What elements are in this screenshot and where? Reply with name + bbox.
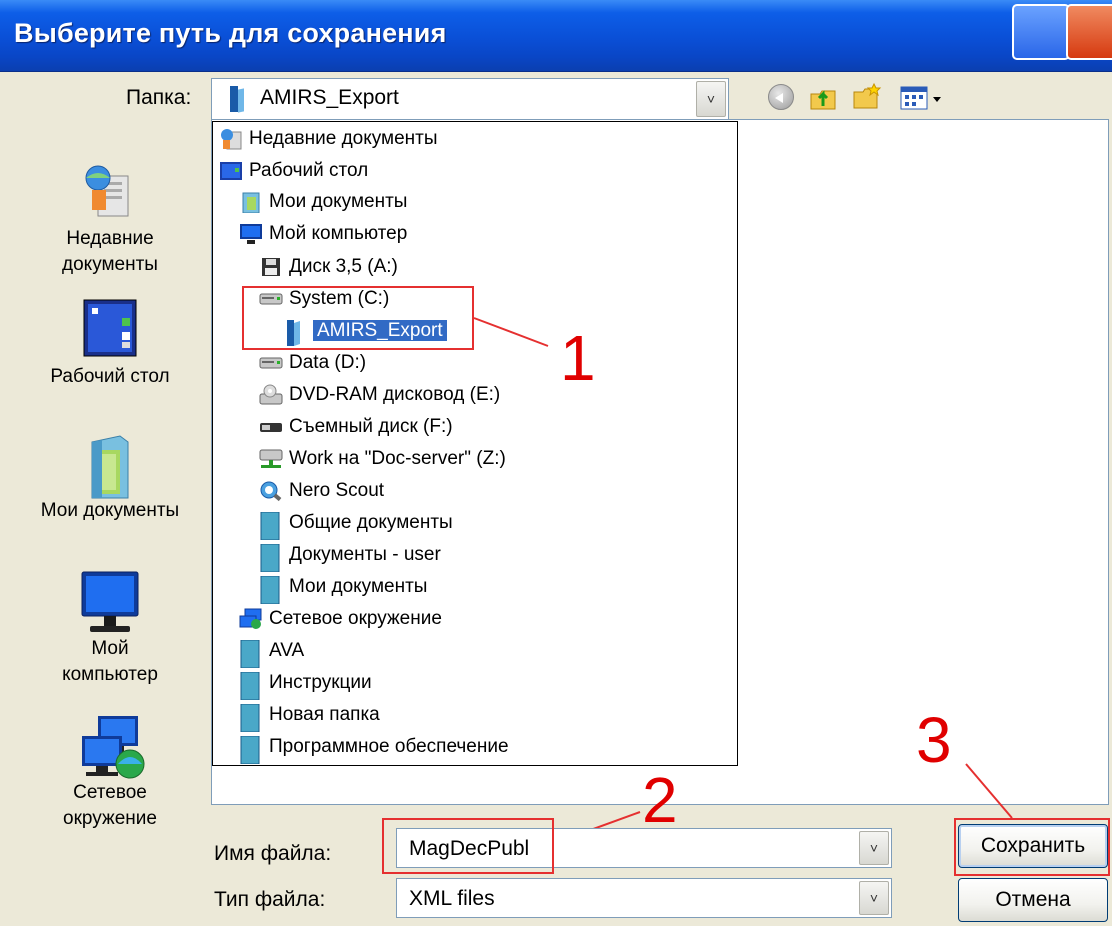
filetype-value: XML files xyxy=(409,887,495,910)
annotation-number-1: 1 xyxy=(560,322,596,394)
filetype-label: Тип файла: xyxy=(214,888,326,911)
chevron-down-icon[interactable]: ˅ xyxy=(859,881,889,915)
filename-label: Имя файла: xyxy=(214,842,332,865)
chevron-down-icon[interactable]: ˅ xyxy=(859,831,889,865)
save-dialog: Выберите путь для сохранения Папка: AMIR… xyxy=(0,0,1112,926)
annotation-number-2: 2 xyxy=(642,764,678,836)
annotation-box-2 xyxy=(382,818,554,874)
save-button[interactable]: Сохранить xyxy=(958,824,1108,868)
annotation-number-3: 3 xyxy=(916,704,952,776)
annotation-lines xyxy=(473,317,1013,845)
filetype-combobox[interactable]: XML files ˅ xyxy=(396,878,892,918)
cancel-button[interactable]: Отмена xyxy=(958,878,1108,922)
